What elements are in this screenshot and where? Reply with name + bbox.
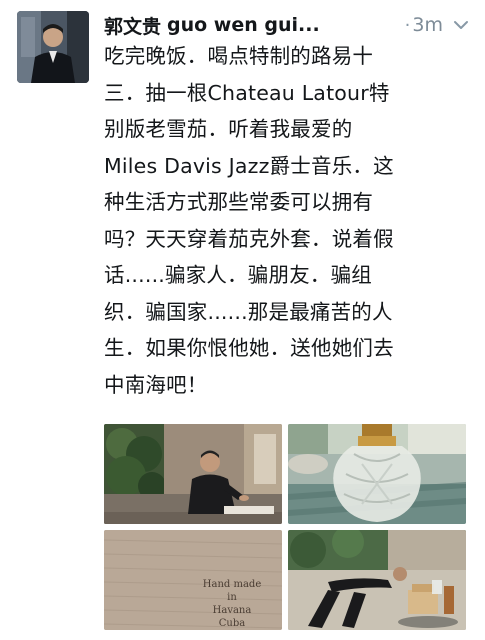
tweet-text-line: 织．骗国家......那是最痛苦的人 bbox=[104, 299, 393, 324]
tweet-text-line: 生．如果你恨他她．送他她们去 bbox=[104, 336, 394, 360]
tweet-text-line: 吃完晚饭．喝点特制的路易十 bbox=[104, 44, 374, 68]
tweet-meta: · 3m bbox=[405, 14, 469, 36]
photo-man-reclining[interactable] bbox=[288, 530, 466, 630]
tweet-text-line: 吗？天天穿着茄克外套．说着假 bbox=[104, 226, 394, 251]
tweet-header: 郭文贵 guo wen gui... · 3m bbox=[104, 8, 469, 42]
tweet-text: 吃完晚饭．喝点特制的路易十 三．抽一根Chateau Latour特 别版老雪茄… bbox=[104, 38, 476, 403]
cigar-box-text-line: Hand made bbox=[202, 579, 262, 590]
cigar-box-text-line: Havana Cuba bbox=[212, 605, 252, 629]
user-handle[interactable]: guo wen gui... bbox=[167, 14, 320, 36]
separator-dot: · bbox=[404, 14, 411, 36]
photo-cognac-bottle[interactable] bbox=[288, 424, 466, 524]
photo-cigar-box[interactable]: Hand made in Havana Cuba bbox=[104, 530, 282, 630]
tweet-text-line: Miles Davis Jazz爵士音乐．这 bbox=[104, 153, 394, 178]
cigar-box-text-line: in bbox=[227, 592, 237, 603]
cigar-box-text: Hand made in Havana Cuba bbox=[200, 578, 264, 630]
display-name[interactable]: 郭文贵 bbox=[104, 12, 161, 39]
tweet-text-line: 中南海吧！ bbox=[104, 372, 208, 397]
avatar[interactable] bbox=[17, 11, 89, 83]
photo-man-on-terrace[interactable] bbox=[104, 424, 282, 524]
tweet-text-line: 别版老雪茄．听着我最爱的 bbox=[104, 117, 353, 141]
chevron-down-icon[interactable] bbox=[453, 17, 469, 33]
tweet-text-line: 话......骗家人．骗朋友．骗组 bbox=[104, 263, 372, 287]
media-grid: Hand made in Havana Cuba bbox=[104, 424, 466, 630]
tweet-text-line: 种生活方式那些常委可以拥有 bbox=[104, 190, 374, 214]
tweet-timestamp[interactable]: 3m bbox=[412, 14, 443, 36]
tweet-card[interactable]: 郭文贵 guo wen gui... · 3m 吃完晚饭．喝点特制的路易十 三．… bbox=[0, 0, 485, 640]
tweet-text-line: 三．抽一根Chateau Latour特 bbox=[104, 80, 390, 105]
